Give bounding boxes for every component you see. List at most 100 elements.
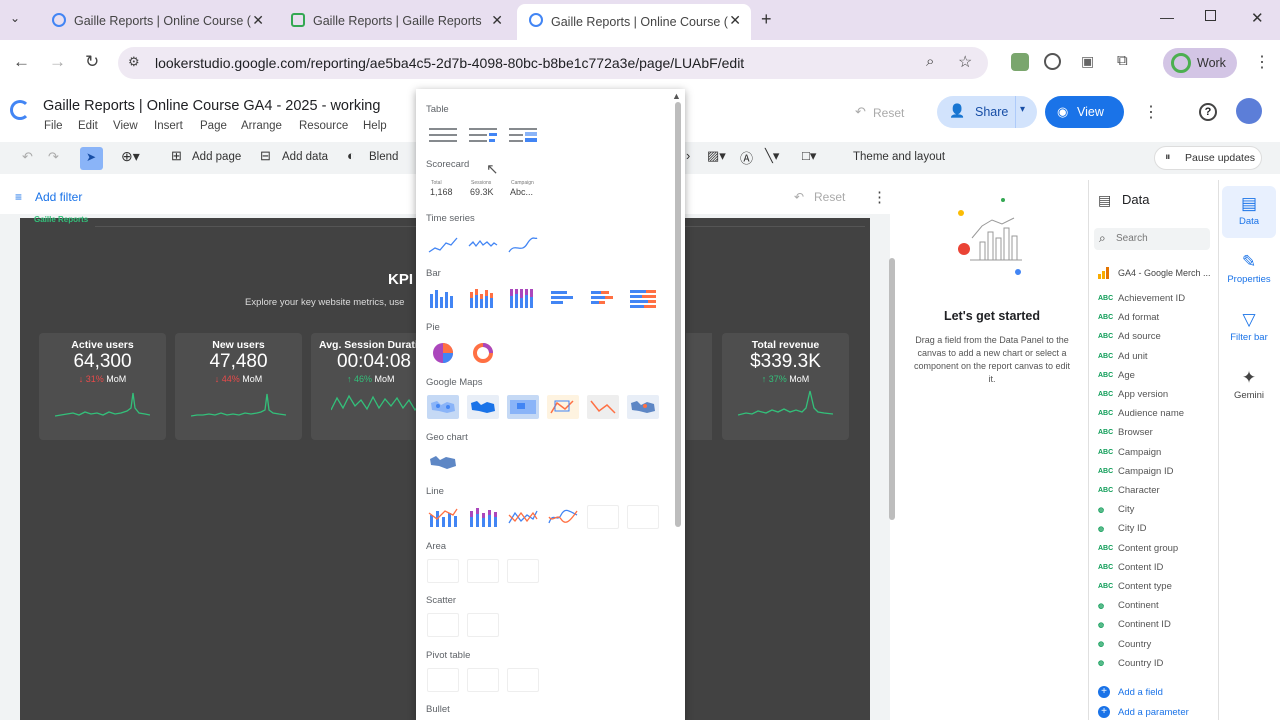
time-series-icon[interactable] <box>427 232 459 256</box>
browser-tab-1[interactable]: Gaille Reports | Online Course ( ✕ <box>40 6 274 36</box>
image-icon[interactable]: ▨▾ <box>707 148 726 164</box>
stacked-bar-chart-icon[interactable] <box>587 286 619 310</box>
scatter-chart-placeholder[interactable] <box>427 613 459 637</box>
camera-extension-icon[interactable]: ▣ <box>1081 53 1094 70</box>
restore-window-icon[interactable] <box>1205 10 1216 21</box>
data-field-country[interactable]: ◍ Country <box>1098 637 1151 652</box>
100-percent-column-chart-icon[interactable] <box>507 286 539 310</box>
area-chart-placeholder[interactable] <box>507 559 539 583</box>
scorecard-total-revenue[interactable]: Total revenue $339.3K ↑ 37% MoM <box>722 333 849 440</box>
add-parameter-link[interactable]: + Add a parameter <box>1098 706 1189 718</box>
rail-properties-button[interactable]: ✎ Properties <box>1222 244 1276 296</box>
looker-studio-logo-icon[interactable] <box>10 100 30 120</box>
data-field-country-id[interactable]: ◍ Country ID <box>1098 656 1163 671</box>
menu-arrange[interactable]: Arrange <box>241 120 282 132</box>
data-field-app-version[interactable]: ABC App version <box>1098 387 1168 402</box>
add-page-button[interactable]: Add page <box>192 151 241 163</box>
line-chart-placeholder[interactable] <box>627 505 659 529</box>
data-field-continent-id[interactable]: ◍ Continent ID <box>1098 617 1171 632</box>
scatter-chart-placeholder[interactable] <box>467 613 499 637</box>
pivot-table-placeholder[interactable] <box>427 668 459 692</box>
share-dropdown-chevron-icon[interactable]: ▾ <box>1020 104 1025 115</box>
zoom-magnifier-icon[interactable]: ⌕ <box>926 53 934 70</box>
area-chart-placeholder[interactable] <box>467 559 499 583</box>
menu-view[interactable]: View <box>113 120 138 132</box>
theme-and-layout-button[interactable]: Theme and layout <box>853 151 945 163</box>
profile-work-button[interactable]: Work <box>1163 48 1237 78</box>
data-search-input[interactable]: ⌕ Search <box>1094 228 1210 250</box>
browser-tab-2[interactable]: Gaille Reports | Gaille Reports ✕ <box>279 6 513 36</box>
shape-tool-icon[interactable]: □▾ <box>802 148 816 164</box>
code-icon[interactable]: › <box>686 148 690 163</box>
combo-chart-icon[interactable] <box>427 505 459 529</box>
data-field-city-id[interactable]: ◍ City ID <box>1098 521 1147 536</box>
scorecard-active-users[interactable]: Active users 64,300 ↓ 31% MoM <box>39 333 166 440</box>
table-chart-icon[interactable] <box>427 124 459 148</box>
text-box-icon[interactable]: Ⓐ <box>740 148 753 167</box>
column-chart-icon[interactable] <box>427 286 459 310</box>
select-pointer-button[interactable]: ➤ <box>80 147 103 170</box>
sparkline-chart-icon[interactable] <box>467 232 499 256</box>
kpi-title[interactable]: KPI <box>388 271 413 288</box>
site-settings-icon[interactable]: ⚙ <box>128 54 140 70</box>
data-field-ad-source[interactable]: ABC Ad source <box>1098 329 1161 344</box>
stacked-combo-chart-icon[interactable] <box>467 505 499 529</box>
close-tab-icon[interactable]: ✕ <box>491 12 503 29</box>
extension-icon[interactable] <box>1011 53 1029 71</box>
share-button[interactable]: 👤 Share ▾ <box>937 96 1037 128</box>
pause-updates-button[interactable]: ⏸ Pause updates <box>1154 146 1262 170</box>
area-chart-placeholder[interactable] <box>427 559 459 583</box>
add-filter-button[interactable]: Add filter <box>35 190 82 204</box>
view-button[interactable]: ◉ View <box>1045 96 1124 128</box>
menu-file[interactable]: File <box>44 120 63 132</box>
scorecard-partially-hidden[interactable] <box>686 333 712 440</box>
zoom-icon[interactable]: ⊕▾ <box>121 148 140 165</box>
table-with-bars-icon[interactable] <box>467 124 499 148</box>
filled-map-orange-icon[interactable] <box>627 395 659 419</box>
bubble-map-icon[interactable] <box>427 395 459 419</box>
smoothed-time-series-icon[interactable] <box>507 232 539 256</box>
data-field-content-group[interactable]: ABC Content group <box>1098 541 1178 556</box>
data-field-achievement-id[interactable]: ABC Achievement ID <box>1098 291 1185 306</box>
heatmap-map-icon[interactable] <box>507 395 539 419</box>
new-tab-plus-icon[interactable]: + <box>761 9 772 30</box>
menu-help[interactable]: Help <box>363 120 387 132</box>
close-tab-icon[interactable]: ✕ <box>252 12 264 29</box>
menu-insert[interactable]: Insert <box>154 120 183 132</box>
tab-search-chevron-icon[interactable]: ⌄ <box>10 11 20 25</box>
100-percent-bar-chart-icon[interactable] <box>627 286 659 310</box>
extensions-puzzle-icon[interactable]: ⧉ <box>1117 52 1128 69</box>
data-field-content-type[interactable]: ABC Content type <box>1098 579 1172 594</box>
redo-icon[interactable]: ↷ <box>48 149 59 165</box>
extension-icon[interactable] <box>1044 53 1061 70</box>
scorecard-new-users[interactable]: New users 47,480 ↓ 44% MoM <box>175 333 302 440</box>
user-avatar[interactable] <box>1236 98 1262 124</box>
undo-icon[interactable]: ↶ <box>22 149 33 165</box>
reset-filters-button[interactable]: Reset <box>814 190 845 204</box>
scorecard-total-icon[interactable]: Total 1,168 <box>427 178 459 202</box>
add-field-link[interactable]: + Add a field <box>1098 686 1163 698</box>
menu-page[interactable]: Page <box>200 120 227 132</box>
reset-button[interactable]: ↶ Reset <box>845 100 917 126</box>
data-field-city[interactable]: ◍ City <box>1098 502 1134 517</box>
reload-icon[interactable]: ↻ <box>85 52 99 72</box>
line-tool-icon[interactable]: ╲▾ <box>765 148 779 164</box>
browser-menu-kebab-icon[interactable]: ⋮ <box>1254 52 1270 72</box>
forward-arrow-icon[interactable]: → <box>49 52 66 72</box>
scorecard-text-icon[interactable]: Campaign Abc... <box>507 178 539 202</box>
rail-data-button[interactable]: ▤ Data <box>1222 186 1276 238</box>
data-field-content-id[interactable]: ABC Content ID <box>1098 560 1163 575</box>
minimize-window-icon[interactable]: — <box>1160 9 1174 25</box>
kpi-subtitle[interactable]: Explore your key website metrics, use <box>245 297 404 308</box>
pivot-table-placeholder[interactable] <box>507 668 539 692</box>
data-field-campaign-id[interactable]: ABC Campaign ID <box>1098 464 1173 479</box>
bar-chart-icon[interactable] <box>547 286 579 310</box>
table-heatmap-icon[interactable] <box>507 124 539 148</box>
line-map-dark-icon[interactable] <box>587 395 619 419</box>
rail-gemini-button[interactable]: ✦ Gemini <box>1222 360 1276 412</box>
data-field-ad-format[interactable]: ABC Ad format <box>1098 310 1159 325</box>
blend-button[interactable]: Blend <box>369 151 398 163</box>
more-options-icon[interactable]: ⋮ <box>1143 102 1159 122</box>
browser-tab-3-active[interactable]: Gaille Reports | Online Course ( ✕ <box>517 4 751 40</box>
line-map-icon[interactable] <box>547 395 579 419</box>
